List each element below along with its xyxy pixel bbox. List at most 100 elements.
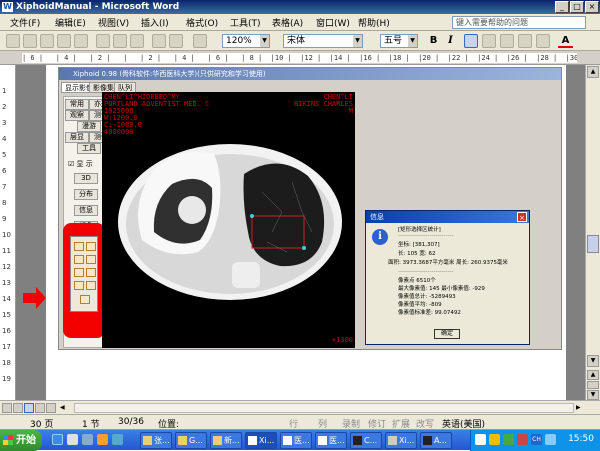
zoom-select[interactable]: 120% ▼ (222, 34, 270, 48)
vertical-scrollbar[interactable]: ▲ ▼ ▲ ▼ (585, 65, 600, 400)
taskbar-item-doc2[interactable]: 医... (315, 432, 347, 449)
next-page-icon[interactable]: ▼ (587, 390, 599, 400)
erase-tool-icon[interactable] (80, 295, 90, 304)
taskbar-item-folder[interactable]: 张... (140, 432, 172, 449)
new-icon[interactable] (6, 34, 20, 48)
menu-table[interactable]: 表格(A) (272, 16, 303, 29)
taskbar-item-a[interactable]: A... (420, 432, 452, 449)
panel-tab-layer[interactable]: 层显 (65, 132, 89, 143)
help-search-input[interactable]: 键入需要帮助的问题 (452, 16, 586, 29)
show-checkbox[interactable]: ☑ 显 示 (68, 159, 93, 169)
line-tool-icon[interactable] (74, 255, 84, 264)
maximize-button[interactable]: □ (570, 1, 584, 13)
scroll-right-icon[interactable]: ▶ (576, 403, 585, 413)
undo-icon[interactable] (193, 34, 207, 48)
window-title-bar[interactable]: W XiphoidManual - Microsoft Word (0, 0, 600, 14)
open-icon[interactable] (23, 34, 37, 48)
taskbar-item-console[interactable]: C... (350, 432, 382, 449)
word-app-icon[interactable]: W (2, 2, 13, 12)
rect-tool-icon[interactable] (74, 268, 84, 277)
panel-tab-tools[interactable]: 工具 (77, 143, 101, 154)
menu-edit[interactable]: 编辑(E) (55, 16, 86, 29)
normal-view-icon[interactable] (2, 403, 12, 413)
panel-tab-common[interactable]: 常用 (65, 99, 89, 110)
bold-button[interactable]: B (426, 34, 441, 48)
menu-help[interactable]: 帮助(H) (358, 16, 390, 29)
media-icon[interactable] (97, 434, 108, 445)
italic-button[interactable]: I (443, 34, 458, 48)
ok-button[interactable]: 确定 (434, 329, 460, 339)
print-view-icon[interactable] (24, 403, 34, 413)
pan-tool-icon[interactable] (86, 242, 96, 251)
minimize-button[interactable]: _ (555, 1, 569, 13)
menu-window[interactable]: 窗口(W) (316, 16, 350, 29)
ie-icon[interactable] (52, 434, 63, 445)
taskbar-item-doc1[interactable]: 医... (280, 432, 312, 449)
menu-view[interactable]: 视图(V) (98, 16, 129, 29)
scroll-left-icon[interactable]: ◀ (60, 403, 69, 413)
menu-file[interactable]: 文件(F) (10, 16, 40, 29)
horizontal-ruler[interactable]: | 6 | | 4 | | 2 | | | 2 | | 4 | | 6 | | … (0, 51, 600, 65)
tray-icon[interactable] (489, 434, 500, 445)
chevron-down-icon[interactable]: ▼ (260, 35, 269, 47)
taskbar-item-app[interactable]: G... (175, 432, 207, 449)
vertical-ruler[interactable]: 1 2 3 4 5 6 7 8 9 10 11 12 13 14 15 16 17 18 19 (0, 65, 16, 400)
ellipse-tool-icon[interactable] (86, 268, 96, 277)
start-button[interactable]: 开始 (0, 430, 42, 451)
paste-icon[interactable] (169, 34, 183, 48)
print-icon[interactable] (96, 34, 110, 48)
border-icon[interactable] (536, 34, 550, 48)
align-center-icon[interactable] (482, 34, 496, 48)
font-color-button[interactable]: A (558, 34, 573, 48)
align-justify-icon[interactable] (464, 34, 478, 48)
line-spacing-icon[interactable] (518, 34, 532, 48)
reading-view-icon[interactable] (46, 403, 56, 413)
prev-page-icon[interactable]: ▲ (587, 370, 599, 380)
dialog-close-icon[interactable]: × (517, 212, 527, 222)
spelling-icon[interactable] (130, 34, 144, 48)
close-button[interactable]: × (585, 1, 599, 13)
font-size-select[interactable]: 五号 ▼ (380, 34, 418, 48)
chevron-down-icon[interactable]: ▼ (353, 35, 362, 47)
menu-tools[interactable]: 工具(T) (230, 16, 261, 29)
web-view-icon[interactable] (13, 403, 23, 413)
scroll-thumb[interactable] (587, 235, 599, 253)
panel-tab-observe[interactable]: 观察 (65, 110, 89, 121)
button-distribution[interactable]: 分布 (74, 189, 98, 200)
volume-icon[interactable] (545, 434, 556, 445)
taskbar-item-word[interactable]: Xi... (245, 432, 277, 449)
taskbar-item-xiphoid[interactable]: Xi... (385, 432, 417, 449)
quicklaunch-icon[interactable] (112, 434, 123, 445)
ct-image-viewport[interactable]: CHEN^LI^HIDEBED^MY PORTLAND ADVENTIST ME… (102, 92, 355, 348)
menu-format[interactable]: 格式(O) (186, 16, 218, 29)
tray-icon[interactable] (475, 434, 486, 445)
save-icon[interactable] (40, 34, 54, 48)
tray-icon[interactable] (503, 434, 514, 445)
copy-icon[interactable] (152, 34, 166, 48)
scroll-down-icon[interactable]: ▼ (587, 355, 599, 367)
horizontal-scrollbar[interactable]: ◀ ▶ (0, 400, 600, 414)
hscroll-track[interactable] (74, 403, 574, 413)
select-browse-icon[interactable] (587, 381, 599, 389)
menu-insert[interactable]: 插入(I) (141, 16, 169, 29)
print-preview-icon[interactable] (113, 34, 127, 48)
outlook-icon[interactable] (67, 434, 78, 445)
show-desktop-icon[interactable] (82, 434, 93, 445)
font-select[interactable]: 宋体 ▼ (283, 34, 363, 48)
text-tool-icon[interactable] (86, 281, 96, 290)
scroll-up-icon[interactable]: ▲ (587, 66, 599, 78)
panel-tab-roam[interactable]: 漫游 (77, 121, 101, 132)
pointer-tool-icon[interactable] (74, 242, 84, 251)
email-icon[interactable] (74, 34, 88, 48)
polygon-tool-icon[interactable] (74, 281, 84, 290)
permission-icon[interactable] (57, 34, 71, 48)
button-info[interactable]: 信息 (74, 205, 98, 216)
align-right-icon[interactable] (500, 34, 514, 48)
ime-icon[interactable]: CH (531, 434, 542, 445)
chevron-down-icon[interactable]: ▼ (408, 35, 417, 47)
button-3d[interactable]: 3D (74, 173, 98, 184)
taskbar-item-new[interactable]: 新... (210, 432, 242, 449)
outline-view-icon[interactable] (35, 403, 45, 413)
tray-icon[interactable] (517, 434, 528, 445)
angle-tool-icon[interactable] (86, 255, 96, 264)
